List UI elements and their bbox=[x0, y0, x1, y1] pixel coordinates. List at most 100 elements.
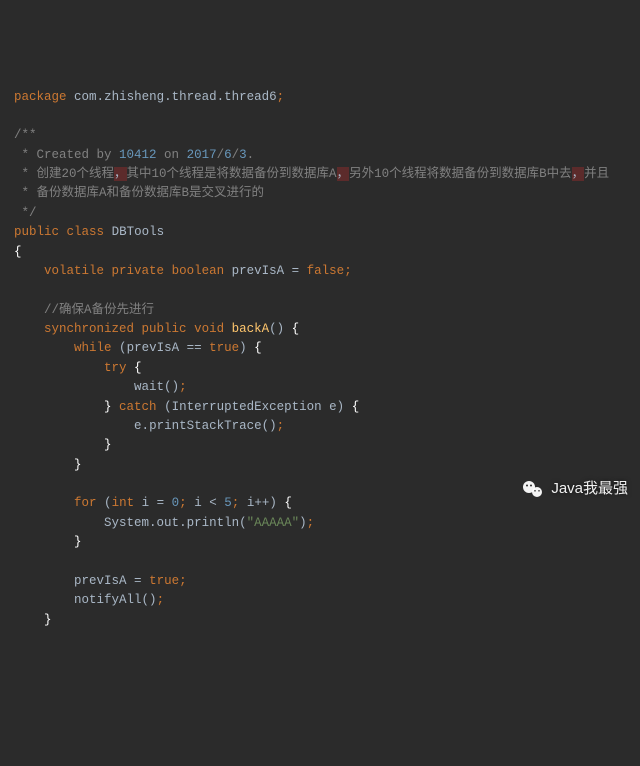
equals: = bbox=[157, 496, 165, 510]
javadoc-line: * 创建20个线程 bbox=[14, 167, 114, 181]
javadoc-line: 另外10个线程将数据备份到数据库B中去 bbox=[349, 167, 572, 181]
javadoc-line: * 备份数据库A和备份数据库B是交叉进行的 bbox=[14, 186, 264, 200]
package-seg: thread6 bbox=[224, 90, 277, 104]
field-out: out bbox=[157, 516, 180, 530]
var: e bbox=[134, 419, 142, 433]
paren-open: ( bbox=[164, 380, 172, 394]
wechat-icon bbox=[521, 477, 545, 501]
paren-close: ) bbox=[269, 496, 277, 510]
var-i: i bbox=[142, 496, 150, 510]
method-call: printStackTrace bbox=[149, 419, 262, 433]
code-editor: package com.zhisheng.thread.thread6; /**… bbox=[14, 88, 630, 631]
op-inc: ++ bbox=[254, 496, 269, 510]
slash: / bbox=[232, 148, 240, 162]
class-name: DBTools bbox=[112, 225, 165, 239]
brace-close: } bbox=[104, 438, 112, 452]
keyword-public: public bbox=[142, 322, 187, 336]
keyword-try: try bbox=[104, 361, 127, 375]
dot: . bbox=[149, 516, 157, 530]
package-seg: zhisheng bbox=[104, 90, 164, 104]
keyword-true: true bbox=[209, 341, 239, 355]
method-name: backA bbox=[232, 322, 270, 336]
javadoc-number: 10412 bbox=[119, 148, 157, 162]
dot: . bbox=[164, 90, 172, 104]
paren-open: ( bbox=[269, 322, 277, 336]
var: prevIsA bbox=[74, 574, 127, 588]
paren-close: ) bbox=[239, 341, 247, 355]
paren-close: ) bbox=[172, 380, 180, 394]
semicolon: ; bbox=[232, 496, 240, 510]
paren-open: ( bbox=[104, 496, 112, 510]
dot: . bbox=[142, 419, 150, 433]
paren-open: ( bbox=[239, 516, 247, 530]
brace-open: { bbox=[284, 496, 292, 510]
javadoc-line: 其中10个线程是将数据备份到数据库A bbox=[127, 167, 337, 181]
paren-open: ( bbox=[142, 593, 150, 607]
keyword-volatile: volatile bbox=[44, 264, 104, 278]
brace-open: { bbox=[254, 341, 262, 355]
equals: = bbox=[292, 264, 300, 278]
keyword-int: int bbox=[112, 496, 135, 510]
keyword-true: true bbox=[149, 574, 179, 588]
javadoc-line: * Created by bbox=[14, 148, 119, 162]
javadoc-year: 2017 bbox=[187, 148, 217, 162]
semicolon: ; bbox=[157, 593, 165, 607]
package-seg: com bbox=[74, 90, 97, 104]
semicolon: ; bbox=[179, 380, 187, 394]
number-five: 5 bbox=[224, 496, 232, 510]
javadoc-open: /** bbox=[14, 128, 37, 142]
keyword-catch: catch bbox=[119, 400, 157, 414]
dot: . bbox=[97, 90, 105, 104]
exception-var: e bbox=[329, 400, 337, 414]
watermark-text: Java我最强 bbox=[551, 477, 628, 500]
keyword-void: void bbox=[194, 322, 224, 336]
paren-close: ) bbox=[149, 593, 157, 607]
javadoc-close: */ bbox=[14, 206, 37, 220]
semicolon: ; bbox=[344, 264, 352, 278]
keyword-while: while bbox=[74, 341, 112, 355]
method-call: notifyAll bbox=[74, 593, 142, 607]
paren-close: ) bbox=[337, 400, 345, 414]
line-comment: //确保A备份先进行 bbox=[44, 303, 154, 317]
keyword-for: for bbox=[74, 496, 97, 510]
paren-open: ( bbox=[262, 419, 270, 433]
class-system: System bbox=[104, 516, 149, 530]
equals: = bbox=[134, 574, 142, 588]
string-literal: "AAAAA" bbox=[247, 516, 300, 530]
keyword-false: false bbox=[307, 264, 345, 278]
var-i: i bbox=[194, 496, 202, 510]
semicolon: ; bbox=[179, 496, 187, 510]
semicolon: ; bbox=[277, 419, 285, 433]
brace-open: { bbox=[292, 322, 300, 336]
javadoc-text: on bbox=[157, 148, 187, 162]
brace-open: { bbox=[352, 400, 360, 414]
package-seg: thread bbox=[172, 90, 217, 104]
javadoc-line: 并且 bbox=[584, 167, 609, 181]
semicolon: ; bbox=[307, 516, 315, 530]
keyword-boolean: boolean bbox=[172, 264, 225, 278]
dot: . bbox=[217, 90, 225, 104]
brace-close: } bbox=[104, 400, 112, 414]
keyword-class: class bbox=[67, 225, 105, 239]
dot: . bbox=[179, 516, 187, 530]
brace-open: { bbox=[14, 245, 22, 259]
paren-close: ) bbox=[299, 516, 307, 530]
brace-close: } bbox=[74, 535, 82, 549]
op-lt: < bbox=[209, 496, 217, 510]
paren-close: ) bbox=[277, 322, 285, 336]
brace-close: } bbox=[44, 613, 52, 627]
keyword-public: public bbox=[14, 225, 59, 239]
var: prevIsA bbox=[127, 341, 180, 355]
semicolon: ; bbox=[179, 574, 187, 588]
exception-type: InterruptedException bbox=[172, 400, 322, 414]
paren-open: ( bbox=[119, 341, 127, 355]
field-name: prevIsA bbox=[232, 264, 285, 278]
method-println: println bbox=[187, 516, 240, 530]
op-eqeq: == bbox=[187, 341, 202, 355]
highlight: ， bbox=[572, 167, 585, 181]
keyword-synchronized: synchronized bbox=[44, 322, 134, 336]
watermark: Java我最强 bbox=[521, 477, 628, 501]
highlight: ， bbox=[337, 167, 350, 181]
keyword-package: package bbox=[14, 90, 67, 104]
keyword-private: private bbox=[112, 264, 165, 278]
